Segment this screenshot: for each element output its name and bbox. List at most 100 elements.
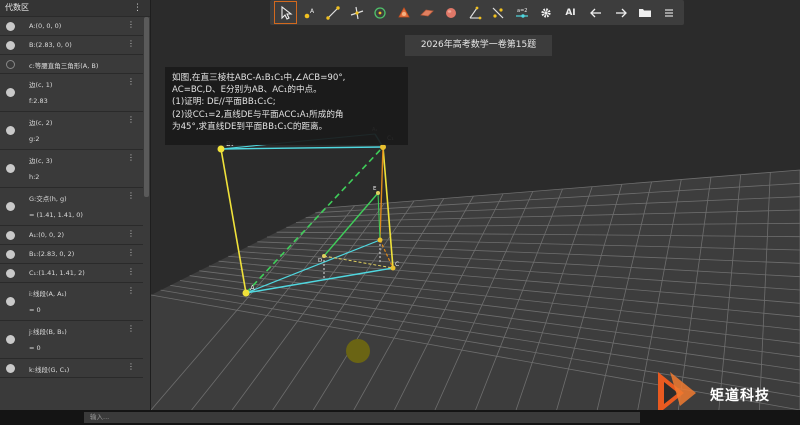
- problem-line: 如图,在直三棱柱ABC-A₁B₁C₁中,∠ACB=90°,: [172, 73, 346, 83]
- visibility-toggle-icon[interactable]: [6, 126, 15, 135]
- visibility-toggle-icon[interactable]: [6, 202, 15, 211]
- algebra-item-definition[interactable]: A:(0, 0, 0): [29, 22, 61, 30]
- algebra-item-definition[interactable]: c:等腰直角三角形(A, B): [29, 60, 98, 70]
- algebra-item[interactable]: 边(c, 3) h:2 ⋮: [0, 150, 143, 188]
- item-menu-icon[interactable]: ⋮: [127, 115, 135, 124]
- item-menu-icon[interactable]: ⋮: [127, 191, 135, 200]
- label-C: C: [395, 261, 399, 268]
- item-menu-icon[interactable]: ⋮: [127, 20, 135, 29]
- visibility-toggle-icon[interactable]: [6, 88, 15, 97]
- visibility-toggle-icon[interactable]: [6, 22, 15, 31]
- perpendicular-line-tool-icon[interactable]: [345, 1, 368, 24]
- algebra-item-value: = 0: [29, 306, 41, 314]
- algebra-item[interactable]: A:(0, 0, 0) ⋮: [0, 17, 143, 36]
- algebra-panel-title: 代数区: [5, 3, 29, 12]
- algebra-item-definition[interactable]: 边(c, 1): [29, 79, 52, 89]
- algebra-menu-icon[interactable]: ⋮: [133, 0, 142, 16]
- segment-tool-icon[interactable]: [321, 1, 344, 24]
- undo-arrow-icon[interactable]: [584, 1, 607, 24]
- visibility-toggle-icon[interactable]: [6, 364, 15, 373]
- algebra-item[interactable]: k:线段(G, C₁) ⋮: [0, 359, 143, 378]
- brand-name: 矩道科技: [710, 388, 770, 404]
- algebra-item-definition[interactable]: i:线段(A, A₁): [29, 288, 67, 298]
- algebra-item-value: h:2: [29, 173, 40, 181]
- algebra-item[interactable]: j:线段(B, B₁) = 0 ⋮: [0, 321, 143, 359]
- angle-tool-icon[interactable]: [392, 1, 415, 24]
- plane-tool-icon[interactable]: [415, 1, 438, 24]
- main-menu-icon[interactable]: [657, 1, 680, 24]
- problem-line: (1)证明: DE//平面BB₁C₁C;: [172, 97, 276, 108]
- svg-text:a=2: a=2: [517, 8, 527, 14]
- redo-arrow-icon[interactable]: [609, 1, 632, 24]
- folder-icon[interactable]: [633, 1, 656, 24]
- visibility-toggle-icon[interactable]: [6, 41, 15, 50]
- label-D: D: [318, 258, 322, 264]
- algebra-item-definition[interactable]: k:线段(G, C₁): [29, 364, 69, 374]
- point-B[interactable]: [377, 237, 383, 243]
- point-A[interactable]: [242, 289, 250, 297]
- algebra-item-definition[interactable]: C₁:(1.41, 1.41, 2): [29, 269, 85, 277]
- algebra-item[interactable]: G:交点(h, g) = (1.41, 1.41, 0) ⋮: [0, 188, 143, 226]
- algebra-item-definition[interactable]: 边(c, 2): [29, 117, 52, 127]
- algebra-item-value: g:2: [29, 135, 40, 143]
- visibility-toggle-icon[interactable]: [6, 269, 15, 278]
- algebra-item[interactable]: B:(2.83, 0, 0) ⋮: [0, 36, 143, 55]
- algebra-item-definition[interactable]: G:交点(h, g): [29, 193, 67, 203]
- circle-tool-icon[interactable]: [368, 1, 391, 24]
- visibility-toggle-off-icon[interactable]: [6, 60, 15, 69]
- measure-angle-tool-icon[interactable]: [463, 1, 486, 24]
- label-E: E: [373, 186, 377, 192]
- algebra-item-definition[interactable]: B₁:(2.83, 0, 2): [29, 250, 74, 258]
- algebra-item[interactable]: i:线段(A, A₁) = 0 ⋮: [0, 283, 143, 321]
- settings-gear-icon[interactable]: [534, 1, 557, 24]
- visibility-toggle-icon[interactable]: [6, 231, 15, 240]
- algebra-item-definition[interactable]: 边(c, 3): [29, 155, 52, 165]
- algebra-panel-header: 代数区 ⋮: [0, 0, 150, 17]
- item-menu-icon[interactable]: ⋮: [127, 248, 135, 257]
- point-D[interactable]: [322, 254, 326, 258]
- svg-text:A: A: [310, 8, 315, 15]
- algebra-scrollbar[interactable]: [144, 17, 149, 197]
- algebra-item-value: = 0: [29, 344, 41, 352]
- algebra-item[interactable]: A₁:(0, 0, 2) ⋮: [0, 226, 143, 245]
- problem-line: AC=BC,D、E分别为AB、AC₁的中点。: [172, 85, 322, 96]
- sphere-tool-icon[interactable]: [439, 1, 462, 24]
- algebra-item[interactable]: B₁:(2.83, 0, 2) ⋮: [0, 245, 143, 264]
- algebra-item-value: = (1.41, 1.41, 0): [29, 211, 83, 219]
- label-A: A: [250, 284, 255, 292]
- algebra-list: A:(0, 0, 0) ⋮ B:(2.83, 0, 0) ⋮ c:等腰直角三角形(A, …: [0, 17, 143, 410]
- command-input[interactable]: 输入...: [84, 412, 640, 423]
- algebra-item[interactable]: C₁:(1.41, 1.41, 2) ⋮: [0, 264, 143, 283]
- item-menu-icon[interactable]: ⋮: [127, 324, 135, 333]
- view-rotate-handle[interactable]: [346, 339, 370, 363]
- item-menu-icon[interactable]: ⋮: [127, 229, 135, 238]
- problem-line: (2)设CC₁=2,直线DE与平面ACC₁A₁所成的角: [172, 109, 344, 120]
- item-menu-icon[interactable]: ⋮: [127, 362, 135, 371]
- item-menu-icon[interactable]: ⋮: [127, 39, 135, 48]
- algebra-item[interactable]: 边(c, 2) g:2 ⋮: [0, 112, 143, 150]
- select-tool-icon[interactable]: [274, 1, 297, 24]
- visibility-toggle-icon[interactable]: [6, 297, 15, 306]
- slider-tool-icon[interactable]: a=2: [510, 1, 533, 24]
- item-menu-icon[interactable]: ⋮: [127, 267, 135, 276]
- problem-text-box: 如图,在直三棱柱ABC-A₁B₁C₁中,∠ACB=90°, AC=BC,D、E分…: [165, 67, 408, 145]
- reflect-tool-icon[interactable]: [486, 1, 509, 24]
- algebra-item[interactable]: 边(c, 1) f:2.83 ⋮: [0, 74, 143, 112]
- ai-button[interactable]: AI: [559, 1, 582, 24]
- algebra-item[interactable]: c:等腰直角三角形(A, B): [0, 55, 143, 74]
- visibility-toggle-icon[interactable]: [6, 250, 15, 259]
- problem-line: 为45°,求直线DE到平面BB₁C₁C的距离。: [172, 121, 328, 132]
- algebra-item-definition[interactable]: B:(2.83, 0, 0): [29, 41, 72, 49]
- point-A1[interactable]: [217, 145, 225, 153]
- visibility-toggle-icon[interactable]: [6, 164, 15, 173]
- algebra-panel: 代数区 ⋮ A:(0, 0, 0) ⋮ B:(2.83, 0, 0) ⋮ c:等腰直角三…: [0, 0, 151, 410]
- item-menu-icon[interactable]: ⋮: [127, 286, 135, 295]
- construction-title: 2026年高考数学一卷第15题: [405, 35, 552, 56]
- point-tool-icon[interactable]: A: [297, 1, 320, 24]
- item-menu-icon[interactable]: ⋮: [127, 77, 135, 86]
- algebra-item-definition[interactable]: j:线段(B, B₁): [29, 326, 67, 336]
- item-menu-icon[interactable]: ⋮: [127, 153, 135, 162]
- point-E[interactable]: [376, 191, 380, 195]
- visibility-toggle-icon[interactable]: [6, 335, 15, 344]
- algebra-item-definition[interactable]: A₁:(0, 0, 2): [29, 231, 64, 239]
